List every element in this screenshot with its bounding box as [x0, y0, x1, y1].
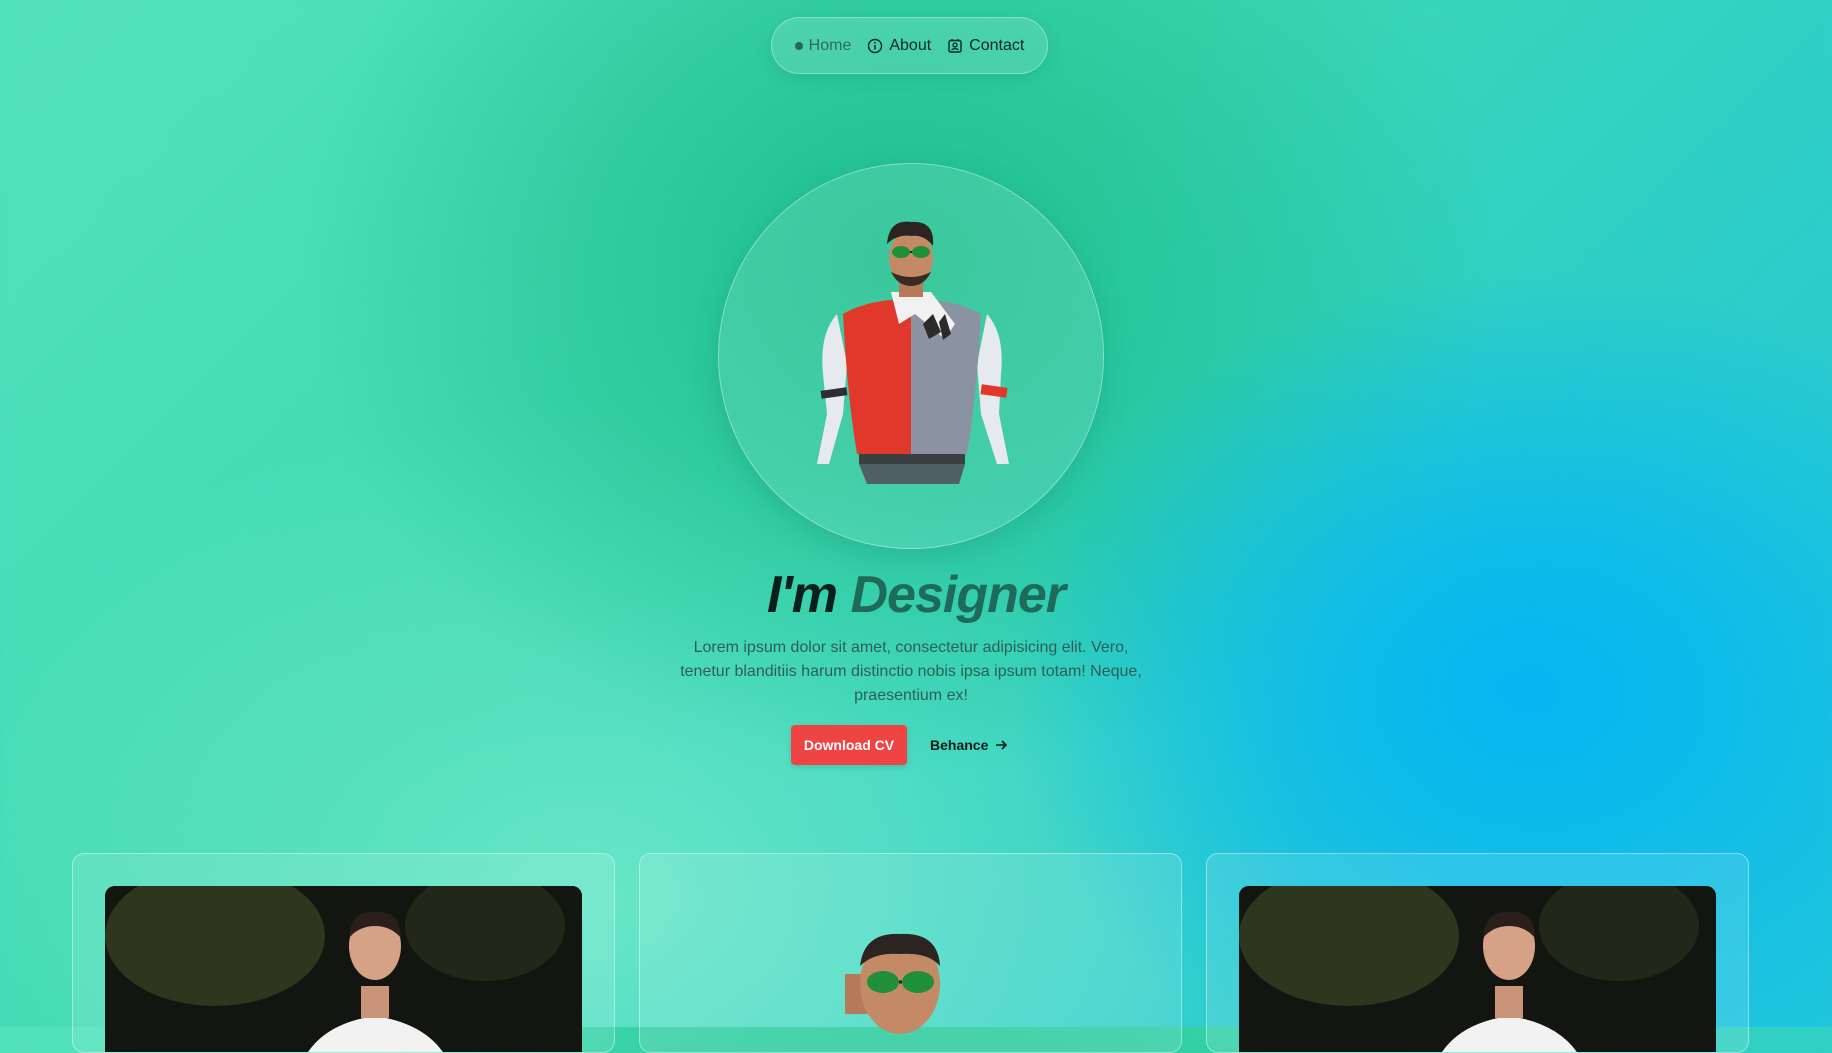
hero-avatar-frame [718, 163, 1104, 549]
nav-about[interactable]: About [867, 37, 931, 55]
project-card-3[interactable] [1206, 853, 1749, 1053]
hero-title-prefix: I'm [766, 566, 838, 624]
nav-about-label: About [889, 36, 932, 54]
nav-contact[interactable]: Contact [947, 37, 1024, 55]
nav-home[interactable]: Home [794, 36, 852, 55]
nav-contact-label: Contact [969, 36, 1025, 54]
arrow-right-icon [996, 740, 1008, 750]
top-nav: Home About Contact [771, 17, 1048, 74]
dot-icon [794, 41, 803, 50]
info-icon [868, 38, 883, 53]
hero-title: I'm Designer [0, 565, 1832, 625]
nav-home-label: Home [808, 36, 852, 54]
portrait-photo [105, 886, 582, 1052]
behance-link[interactable]: Behance [930, 725, 1016, 765]
project-card-1[interactable] [72, 853, 615, 1053]
download-cv-button[interactable]: Download CV [791, 725, 907, 765]
hero-title-accent: Designer [850, 566, 1066, 624]
contact-icon [948, 38, 962, 53]
behance-label: Behance [930, 737, 989, 753]
avatar-head-illustration [845, 933, 940, 1034]
card-photo [105, 886, 582, 1052]
card-photo [1239, 886, 1716, 1052]
hero-description: Lorem ipsum dolor sit amet, consectetur … [680, 639, 1142, 704]
avatar-illustration [817, 221, 1009, 484]
project-card-2[interactable] [639, 853, 1182, 1053]
portrait-photo [1239, 886, 1716, 1052]
